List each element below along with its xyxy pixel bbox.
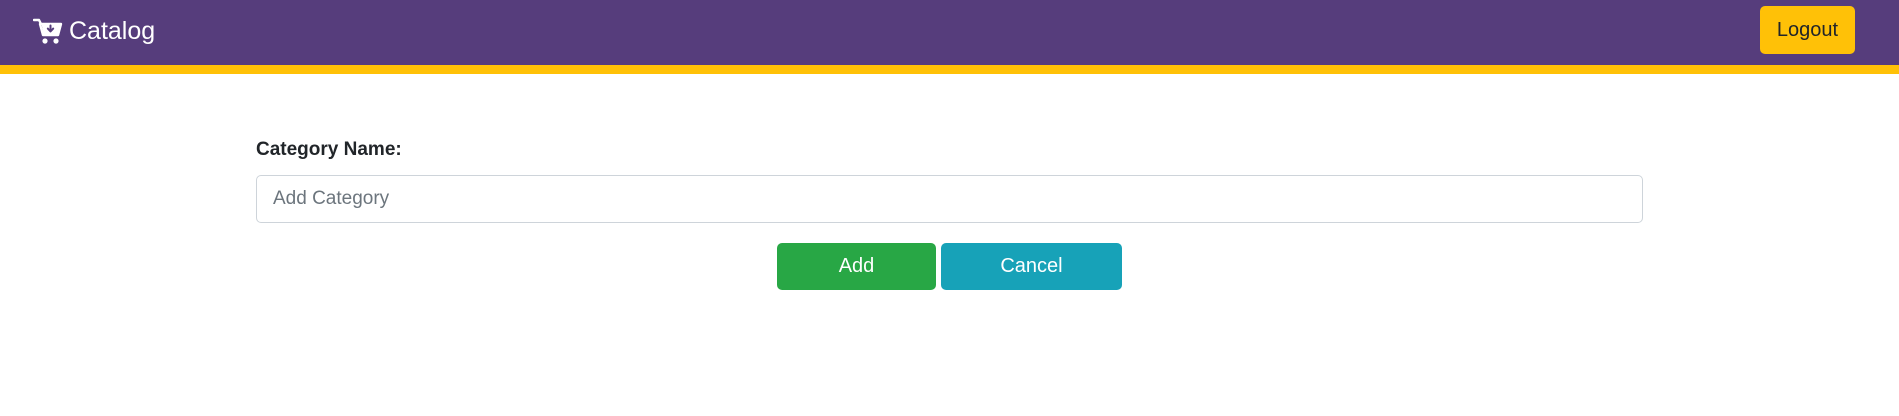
logout-button[interactable]: Logout: [1760, 6, 1855, 54]
cancel-button[interactable]: Cancel: [941, 243, 1122, 290]
brand-label: Catalog: [69, 17, 156, 45]
add-button[interactable]: Add: [777, 243, 936, 290]
shopping-cart-download-icon: [33, 16, 63, 46]
top-navbar: Catalog Logout: [0, 0, 1899, 74]
brand-link[interactable]: Catalog: [33, 13, 155, 49]
category-name-input[interactable]: [256, 175, 1643, 223]
category-name-label: Category Name:: [256, 139, 402, 160]
